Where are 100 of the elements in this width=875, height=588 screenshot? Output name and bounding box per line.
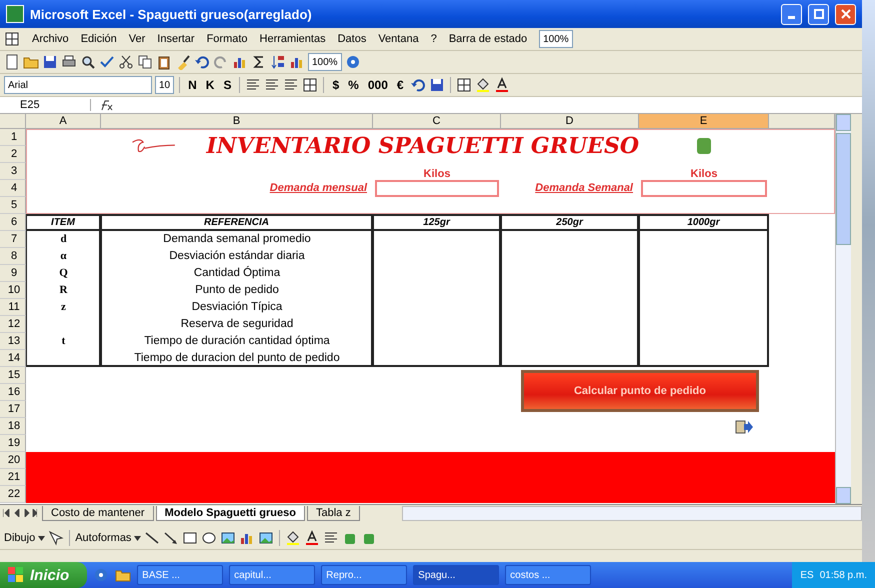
font-color-icon[interactable]: [304, 530, 320, 546]
fill-color-icon[interactable]: [474, 77, 491, 93]
borders-icon[interactable]: [456, 77, 472, 93]
menu-item[interactable]: Formato: [206, 33, 248, 45]
menu-item[interactable]: Dibujo: [4, 532, 36, 544]
sheet-tab[interactable]: Modelo Spaguetti grueso: [156, 506, 305, 520]
row-header[interactable]: 21: [0, 469, 26, 486]
item-symbol: t: [60, 334, 66, 349]
spelling-check-icon[interactable]: [99, 54, 115, 70]
taskbar-button[interactable]: Repro...: [321, 565, 408, 585]
menu-item[interactable]: Archivo: [32, 33, 69, 45]
row-header[interactable]: 6: [0, 214, 26, 231]
merge-icon[interactable]: [302, 77, 318, 93]
caret-icon[interactable]: [134, 536, 142, 540]
row-header[interactable]: 22: [0, 486, 26, 503]
row-header[interactable]: 11: [0, 299, 26, 316]
undo-icon[interactable]: [410, 77, 426, 93]
row-header[interactable]: 20: [0, 452, 26, 469]
format-button[interactable]: 000: [364, 78, 391, 92]
menu-item[interactable]: Herramientas: [260, 33, 326, 45]
row-header[interactable]: 19: [0, 435, 26, 452]
taskbar-button[interactable]: capitul...: [229, 565, 316, 585]
browser-icon[interactable]: [93, 567, 110, 583]
row-header[interactable]: 7: [0, 231, 26, 248]
row-header[interactable]: 13: [0, 333, 26, 350]
format-button[interactable]: S: [220, 78, 234, 92]
help-icon[interactable]: [344, 54, 361, 70]
rectangle-icon[interactable]: [182, 530, 198, 546]
row-header[interactable]: 12: [0, 316, 26, 333]
row-header[interactable]: 5: [0, 197, 26, 214]
workbook-icon[interactable]: [4, 31, 20, 47]
menu-item[interactable]: Datos: [338, 33, 366, 45]
row-header[interactable]: 10: [0, 282, 26, 299]
horizontal-scrollbar[interactable]: [402, 506, 862, 520]
image-icon[interactable]: [220, 530, 236, 546]
menu-item[interactable]: Autoformas: [75, 532, 132, 544]
row-header[interactable]: 1: [0, 129, 26, 146]
column-header[interactable]: A: [26, 114, 101, 129]
format-button[interactable]: K: [202, 78, 218, 92]
sheet-tab[interactable]: Costo de mantener: [42, 506, 154, 520]
print-preview-icon[interactable]: [80, 54, 96, 70]
sort-icon[interactable]: [270, 54, 286, 70]
function-icon[interactable]: [99, 99, 113, 111]
menu-item[interactable]: Ventana: [378, 33, 419, 45]
oval-icon[interactable]: [201, 530, 218, 546]
sheet-navigation-icon[interactable]: [0, 509, 40, 517]
taskbar-button[interactable]: BASE ...: [137, 565, 224, 585]
font-color-icon[interactable]: [494, 77, 510, 93]
row-header[interactable]: 8: [0, 248, 26, 265]
column-heading: 125gr: [373, 214, 501, 231]
pointer-icon[interactable]: [48, 530, 64, 546]
row-header[interactable]: 18: [0, 418, 26, 435]
line-icon[interactable]: [144, 530, 160, 546]
zoom-field[interactable]: 100%: [308, 53, 342, 71]
menu-item[interactable]: Barra de estado: [448, 33, 528, 45]
taskbar-button[interactable]: Spagu...: [413, 565, 500, 585]
image-icon[interactable]: [258, 530, 274, 546]
input-field[interactable]: [641, 180, 767, 197]
vertical-scrollbar[interactable]: [835, 114, 851, 504]
undo-icon[interactable]: [194, 54, 210, 70]
save-icon[interactable]: [42, 54, 58, 70]
format-button[interactable]: N: [185, 78, 200, 92]
cut-icon[interactable]: [118, 54, 134, 70]
exit-door-icon[interactable]: [735, 420, 753, 434]
font-size-field[interactable]: 10: [155, 76, 174, 94]
taskbar-button[interactable]: costos ...: [505, 565, 592, 585]
arrow-icon[interactable]: [163, 530, 180, 546]
fill-color-icon[interactable]: [285, 530, 302, 546]
column-header[interactable]: B: [101, 114, 373, 129]
row-header[interactable]: 16: [0, 384, 26, 401]
menu-item[interactable]: ?: [430, 33, 437, 45]
row-header[interactable]: 14: [0, 350, 26, 367]
sheet-tab[interactable]: Tabla z: [306, 506, 360, 520]
caret-icon[interactable]: [38, 536, 46, 540]
new-document-icon[interactable]: [4, 54, 20, 70]
input-field[interactable]: [375, 180, 499, 197]
row-header[interactable]: 4: [0, 180, 26, 197]
copy-icon[interactable]: [137, 54, 153, 70]
minimize-button[interactable]: [781, 4, 802, 24]
row-header[interactable]: 3: [0, 163, 26, 180]
paste-icon[interactable]: [156, 54, 172, 70]
menu-item[interactable]: Ver: [128, 33, 146, 45]
row-header[interactable]: 2: [0, 146, 26, 163]
maximize-button[interactable]: [808, 4, 829, 24]
column-header[interactable]: C: [373, 114, 501, 129]
column-header[interactable]: D: [501, 114, 639, 129]
menu-item[interactable]: Insertar: [157, 33, 195, 45]
name-box[interactable]: E25: [0, 99, 91, 111]
close-button[interactable]: [835, 4, 856, 24]
menu-item[interactable]: Edición: [80, 33, 117, 45]
row-header[interactable]: 15: [0, 367, 26, 384]
format-button[interactable]: %: [345, 78, 362, 92]
row-header[interactable]: 17: [0, 401, 26, 418]
font-field[interactable]: Arial: [4, 76, 152, 94]
row-header[interactable]: 9: [0, 265, 26, 282]
format-button[interactable]: $: [329, 78, 342, 92]
zoom-field[interactable]: 100%: [539, 30, 573, 48]
format-button[interactable]: €: [394, 78, 407, 92]
save-icon[interactable]: [428, 77, 445, 93]
column-header[interactable]: E: [639, 114, 769, 129]
